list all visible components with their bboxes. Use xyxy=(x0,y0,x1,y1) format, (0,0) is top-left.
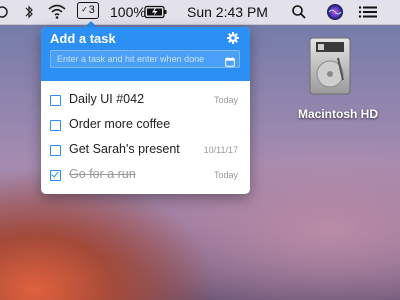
task-checkbox[interactable] xyxy=(50,120,61,131)
task-checkbox[interactable] xyxy=(50,95,61,106)
task-checkbox[interactable] xyxy=(50,145,61,156)
tasks-count: 3 xyxy=(88,4,95,16)
task-row[interactable]: Go for a run Today xyxy=(41,164,250,186)
task-popover: Add a task Daily UI #0 xyxy=(41,27,250,194)
spotlight-search-icon[interactable] xyxy=(291,0,307,24)
hard-drive-label[interactable]: Macintosh HD xyxy=(290,107,386,121)
calendar-icon[interactable] xyxy=(225,54,235,67)
task-date: Today xyxy=(213,170,238,180)
task-label: Get Sarah's present xyxy=(69,142,180,156)
task-label: Daily UI #042 xyxy=(69,92,145,106)
task-label: Order more coffee xyxy=(69,117,171,131)
task-row[interactable]: Order more coffee xyxy=(41,114,250,136)
task-row[interactable]: Get Sarah's present 10/11/17 xyxy=(41,139,250,161)
notification-center-icon[interactable] xyxy=(358,0,378,24)
gear-icon[interactable] xyxy=(227,31,239,44)
menu-clock[interactable]: Sun 2:43 PM xyxy=(187,0,268,24)
task-date: 10/11/17 xyxy=(203,145,238,155)
popover-title: Add a task xyxy=(50,31,116,46)
task-date: Today xyxy=(213,95,238,105)
tasks-tray-button[interactable]: ✓3 xyxy=(77,2,99,19)
battery-charging-icon[interactable] xyxy=(144,0,168,24)
battery-percent: 100% xyxy=(110,4,146,20)
wifi-icon[interactable] xyxy=(48,0,66,24)
task-row[interactable]: Daily UI #042 Today xyxy=(41,89,250,111)
menu-bar: ✓3 100% Sun 2:43 PM xyxy=(0,0,400,25)
popover-header: Add a task xyxy=(41,27,250,81)
chevron-down-icon: ✓ xyxy=(81,5,88,14)
task-checkbox-checked[interactable] xyxy=(50,170,61,181)
app-status-icon[interactable] xyxy=(0,0,10,24)
task-label-completed: Go for a run xyxy=(69,167,136,181)
siri-icon[interactable] xyxy=(326,0,344,24)
bluetooth-icon[interactable] xyxy=(24,0,34,24)
hard-drive-icon[interactable] xyxy=(308,36,352,95)
new-task-input[interactable] xyxy=(50,50,240,68)
